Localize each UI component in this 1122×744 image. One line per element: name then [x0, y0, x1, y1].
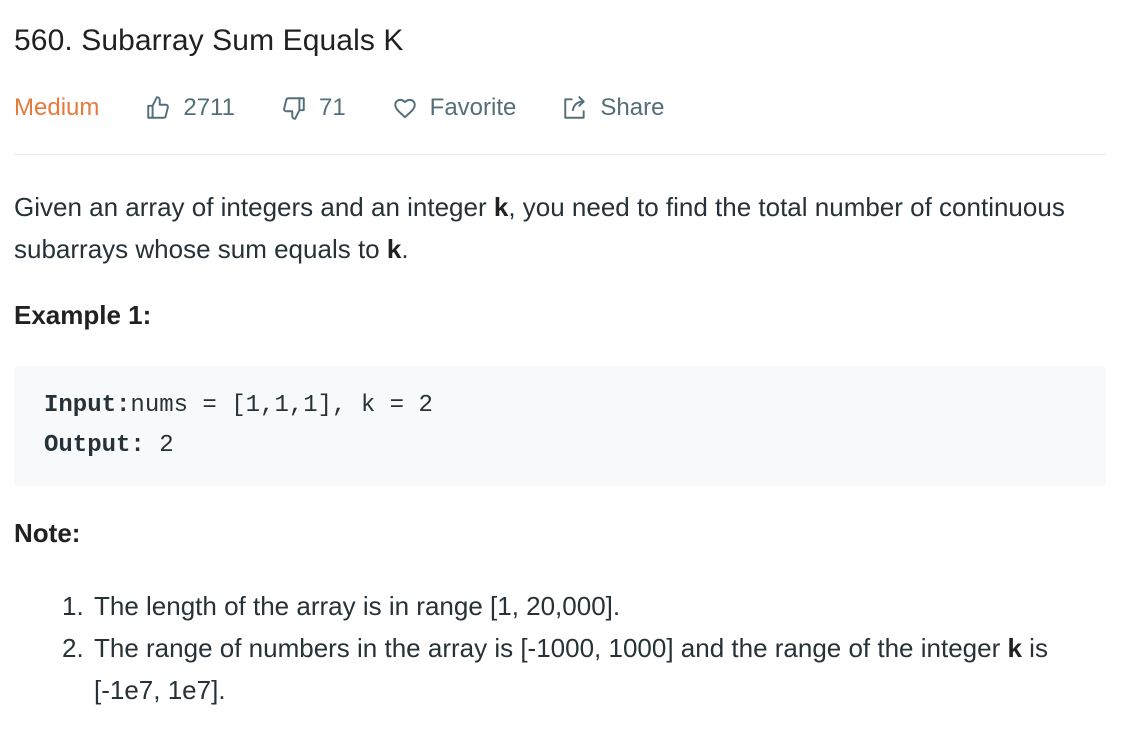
- favorite-label: Favorite: [429, 94, 517, 121]
- list-item-text: The range of numbers in the array is [-1…: [94, 633, 1008, 663]
- list-item-text: The length of the array is in range [1, …: [94, 591, 621, 621]
- likes-count: 2711: [183, 94, 235, 121]
- dislike-button[interactable]: 71: [281, 94, 346, 122]
- heart-icon: [392, 95, 418, 121]
- example-input-line: Input:nums = [1,1,1], k = 2: [44, 386, 1076, 426]
- list-item-number: 2.: [62, 633, 84, 663]
- favorite-button[interactable]: Favorite: [392, 94, 517, 122]
- problem-description: Given an array of integers and an intege…: [14, 186, 1106, 270]
- share-icon: [562, 95, 588, 121]
- dislikes-count: 71: [318, 94, 346, 121]
- difficulty-badge: Medium: [14, 94, 100, 121]
- thumbs-up-icon: [145, 95, 171, 121]
- output-label: Output:: [44, 432, 145, 459]
- list-item: 1. The length of the array is in range [1…: [62, 585, 1102, 627]
- note-list: 1. The length of the array is in range [1…: [62, 585, 1102, 711]
- input-value: nums = [1,1,1], k = 2: [130, 392, 433, 419]
- share-button[interactable]: Share: [562, 94, 664, 122]
- thumbs-down-icon: [281, 95, 307, 121]
- example-code-block: Input:nums = [1,1,1], k = 2 Output: 2: [14, 366, 1106, 486]
- divider: [14, 154, 1106, 155]
- example-output-line: Output: 2: [44, 426, 1076, 466]
- list-item: 2. The range of numbers in the array is […: [62, 627, 1102, 711]
- like-button[interactable]: 2711: [145, 94, 235, 122]
- description-text: Given an array of integers and an intege…: [14, 192, 494, 222]
- example-heading: Example 1:: [14, 300, 152, 330]
- k-variable: k: [493, 192, 509, 222]
- description-text: .: [401, 234, 409, 264]
- share-label: Share: [600, 94, 665, 121]
- problem-title: 560. Subarray Sum Equals K: [14, 24, 404, 57]
- output-value: 2: [144, 432, 174, 459]
- problem-meta-bar: Medium 2711 71 Favorite Share: [14, 90, 710, 126]
- k-variable: k: [1007, 633, 1022, 663]
- list-item-number: 1.: [62, 591, 84, 621]
- input-label: Input:: [44, 392, 131, 419]
- note-heading: Note:: [14, 518, 81, 548]
- k-variable: k: [386, 234, 402, 264]
